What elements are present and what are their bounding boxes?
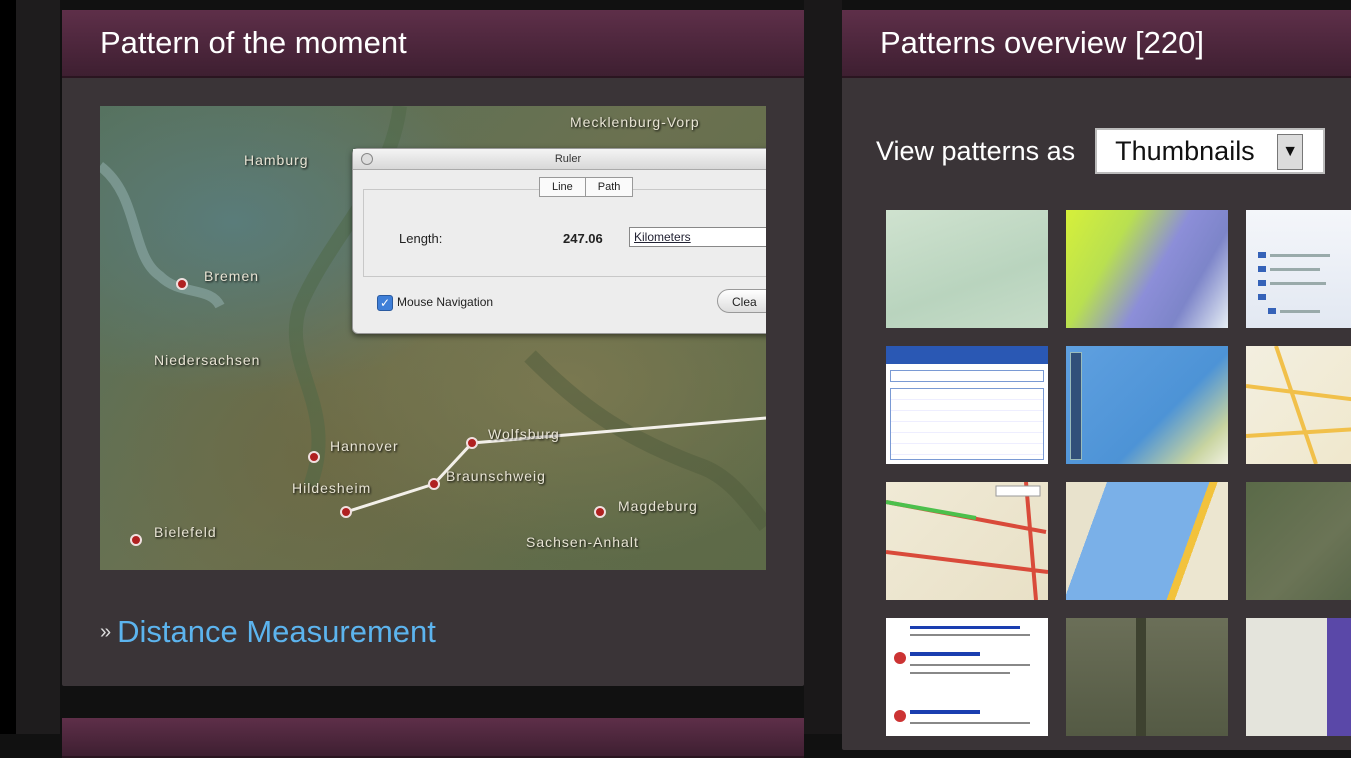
city-marker-wolfsburg (466, 437, 478, 449)
tab-line[interactable]: Line (539, 177, 586, 197)
pattern-thumbnail[interactable] (1066, 210, 1228, 328)
distance-measurement-link[interactable]: » Distance Measurement (100, 614, 436, 650)
map-label-magdeburg: Magdeburg (618, 498, 698, 514)
window-frame-left (0, 0, 16, 734)
map-label-mecklenburg: Mecklenburg-Vorp (570, 114, 700, 130)
map-label-hannover: Hannover (330, 438, 399, 454)
center-gutter (804, 0, 842, 734)
clear-button[interactable]: Clea (717, 289, 766, 313)
map-label-hildesheim: Hildesheim (292, 480, 372, 496)
view-as-row: View patterns as Thumbnails ▼ (876, 128, 1326, 174)
ruler-title: Ruler (554, 153, 582, 165)
map-label-sachsen-anhalt: Sachsen-Anhalt (526, 534, 639, 550)
view-patterns-select[interactable]: Thumbnails ▼ (1095, 128, 1326, 174)
thumbnail-search-results (894, 626, 1030, 724)
patterns-overview-panel: Patterns overview [220] View patterns as… (842, 10, 1351, 750)
city-marker-bielefeld (130, 534, 142, 546)
length-value: 247.06 (563, 231, 603, 246)
map-label-niedersachsen: Niedersachsen (154, 352, 261, 368)
map-label-bielefeld: Bielefeld (154, 524, 217, 540)
thumbnail-traffic-map (886, 482, 1048, 600)
city-marker-braunschweig (428, 478, 440, 490)
city-marker-magdeburg (594, 506, 606, 518)
pattern-screenshot-map[interactable]: Hamburg Mecklenburg-Vorp Bremen Niedersa… (100, 106, 766, 570)
pattern-thumbnail[interactable] (1246, 482, 1351, 600)
map-label-bremen: Bremen (204, 268, 260, 284)
mouse-navigation-label: Mouse Navigation (397, 295, 494, 309)
map-label-hamburg: Hamburg (244, 152, 309, 168)
pattern-thumbnail[interactable] (1246, 618, 1351, 736)
map-label-wolfsburg: Wolfsburg (488, 426, 560, 442)
panel-header-next (62, 718, 804, 758)
thumbnail-roads (1246, 346, 1351, 464)
pattern-thumbnail[interactable] (886, 482, 1048, 600)
view-select-value: Thumbnails (1115, 135, 1255, 166)
chevron-down-icon[interactable]: ▼ (1277, 134, 1304, 170)
pattern-thumbnail[interactable] (1246, 346, 1351, 464)
view-patterns-as-label: View patterns as (876, 135, 1076, 166)
ruler-tabs: Line Path (539, 177, 634, 197)
tab-path[interactable]: Path (585, 177, 634, 197)
pattern-thumbnail[interactable] (1066, 618, 1228, 736)
map-label-braunschweig: Braunschweig (446, 468, 546, 484)
thumbnail-tree-list (1258, 252, 1330, 314)
double-chevron-right-icon: » (100, 621, 112, 643)
mouse-navigation-checkbox[interactable]: ✓ (377, 295, 393, 311)
length-label: Length: (399, 231, 443, 246)
pattern-thumbnail[interactable] (1066, 482, 1228, 600)
pattern-thumbnail[interactable] (886, 618, 1048, 736)
panel-title: Patterns overview [220] (842, 10, 1351, 78)
panel-title: Pattern of the moment (62, 10, 804, 78)
pattern-thumbnail[interactable] (1066, 346, 1228, 464)
city-marker-hannover (308, 451, 320, 463)
city-marker-bremen (176, 278, 188, 290)
pattern-thumbnail[interactable] (886, 210, 1048, 328)
distance-measurement-link-label: Distance Measurement (117, 614, 436, 649)
pattern-of-the-moment-panel: Pattern of the moment Hamburg Mecklenbur… (62, 10, 804, 686)
city-marker-hildesheim (340, 506, 352, 518)
close-icon[interactable] (361, 153, 373, 165)
left-gutter (16, 0, 60, 734)
pattern-thumbnail[interactable] (886, 346, 1048, 464)
ruler-dialog: Ruler Line Path Length: 247.06 Kilometer… (352, 148, 766, 334)
pattern-thumbnail[interactable] (1246, 210, 1351, 328)
units-select[interactable]: Kilometers (629, 227, 766, 247)
ruler-titlebar: Ruler (353, 149, 766, 170)
units-select-value: Kilometers (634, 230, 691, 244)
next-panel (62, 718, 804, 758)
